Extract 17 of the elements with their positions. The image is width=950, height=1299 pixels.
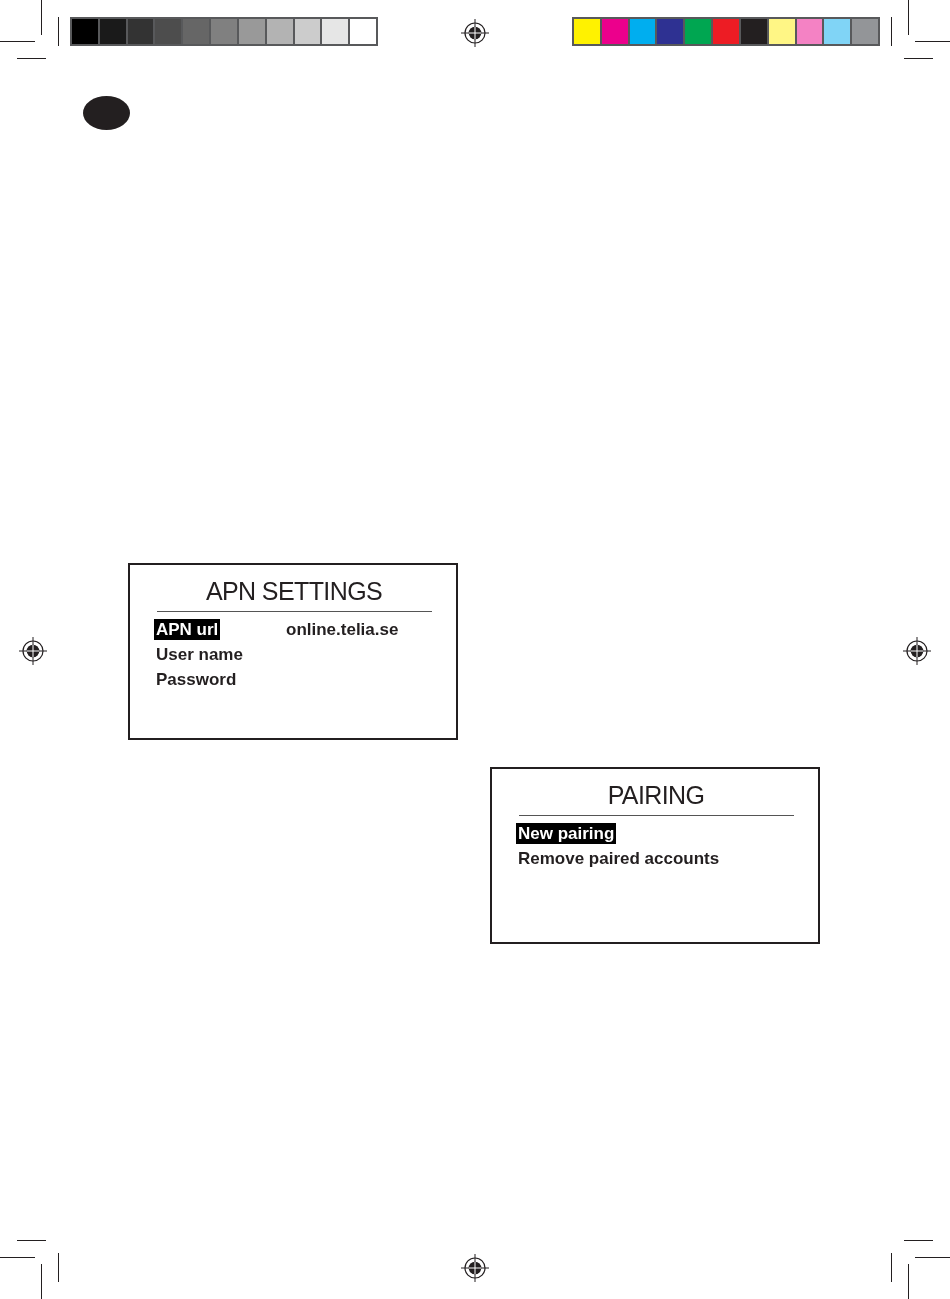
crop-mark-icon [891, 0, 950, 59]
menu-item[interactable]: User name [154, 644, 245, 665]
menu-item[interactable]: APN url [154, 619, 221, 640]
setting-value: online.telia.se [286, 619, 399, 640]
screen-title: PAIRING [607, 781, 705, 809]
registration-mark-icon [461, 1254, 489, 1282]
registration-mark-icon [461, 19, 489, 47]
oval-marker-icon [83, 96, 130, 130]
registration-mark-icon [903, 637, 931, 665]
menu-item[interactable]: Password [154, 669, 239, 690]
crop-mark-icon [0, 1240, 59, 1299]
screen-title: APN SETTINGS [205, 577, 383, 605]
registration-mark-icon [19, 637, 47, 665]
crop-mark-icon [0, 0, 59, 59]
menu-item[interactable]: New pairing [516, 823, 617, 844]
menu-item[interactable]: Remove paired accounts [516, 848, 722, 869]
crop-mark-icon [891, 1240, 950, 1299]
